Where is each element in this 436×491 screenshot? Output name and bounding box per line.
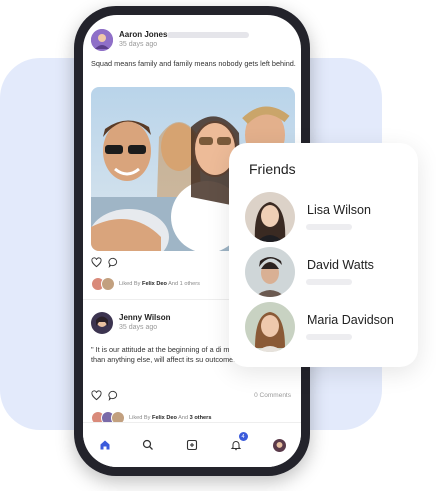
friend-item[interactable]: Lisa Wilson	[245, 192, 371, 242]
post-actions	[91, 390, 119, 401]
post-header: Jenny Wilson 35 days ago	[91, 312, 171, 334]
heart-icon[interactable]	[91, 390, 102, 401]
placeholder-bar	[167, 32, 249, 38]
search-icon[interactable]	[141, 438, 155, 452]
post-actions	[91, 257, 119, 268]
bell-icon[interactable]: 4	[229, 432, 248, 452]
post-time: 35 days ago	[119, 41, 158, 48]
heart-icon[interactable]	[91, 257, 102, 268]
comment-icon[interactable]	[108, 257, 119, 268]
author-name[interactable]: Aaron Jones	[119, 30, 167, 40]
liked-by-text: Liked By Felix Deo And 3 others	[129, 415, 212, 421]
friend-name: Maria Davidson	[307, 313, 394, 327]
placeholder-bar	[306, 334, 352, 340]
friend-name: David Watts	[307, 258, 374, 272]
profile-avatar[interactable]	[272, 438, 286, 452]
liked-by-name[interactable]: Felix Deo	[152, 415, 177, 421]
post-time: 35 days ago	[119, 324, 158, 331]
friend-avatar	[245, 247, 295, 297]
author-avatar[interactable]	[91, 29, 113, 51]
friend-name: Lisa Wilson	[307, 203, 371, 217]
friend-item[interactable]: Maria Davidson	[245, 302, 394, 352]
liked-by-text: Liked By Felix Deo And 1 others	[119, 281, 200, 287]
author-name[interactable]: Jenny Wilson	[119, 313, 171, 323]
placeholder-bar	[306, 279, 352, 285]
add-post-icon[interactable]	[185, 438, 199, 452]
liker-avatar	[101, 277, 115, 291]
comments-count[interactable]: 0 Comments	[254, 392, 291, 399]
friend-avatar	[245, 302, 295, 352]
friend-avatar	[245, 192, 295, 242]
post-text: " It is our attitude at the beginning of…	[91, 345, 241, 364]
liked-by-row: Liked By Felix Deo And 1 others	[91, 277, 200, 291]
friend-item[interactable]: David Watts	[245, 247, 374, 297]
comment-icon[interactable]	[108, 390, 119, 401]
bottom-nav: 4	[83, 422, 301, 467]
liked-by-name[interactable]: Felix Deo	[142, 281, 167, 287]
friends-card: Friends Lisa Wilson David Watts Maria Da…	[229, 143, 418, 367]
post-text: Squad means family and family means nobo…	[91, 59, 296, 68]
friends-title: Friends	[249, 161, 296, 177]
post-header: Aaron Jones 35 days ago	[91, 29, 167, 51]
home-icon[interactable]	[98, 438, 112, 452]
notification-badge: 4	[238, 432, 248, 441]
author-avatar[interactable]	[91, 312, 113, 334]
placeholder-bar	[306, 224, 352, 230]
